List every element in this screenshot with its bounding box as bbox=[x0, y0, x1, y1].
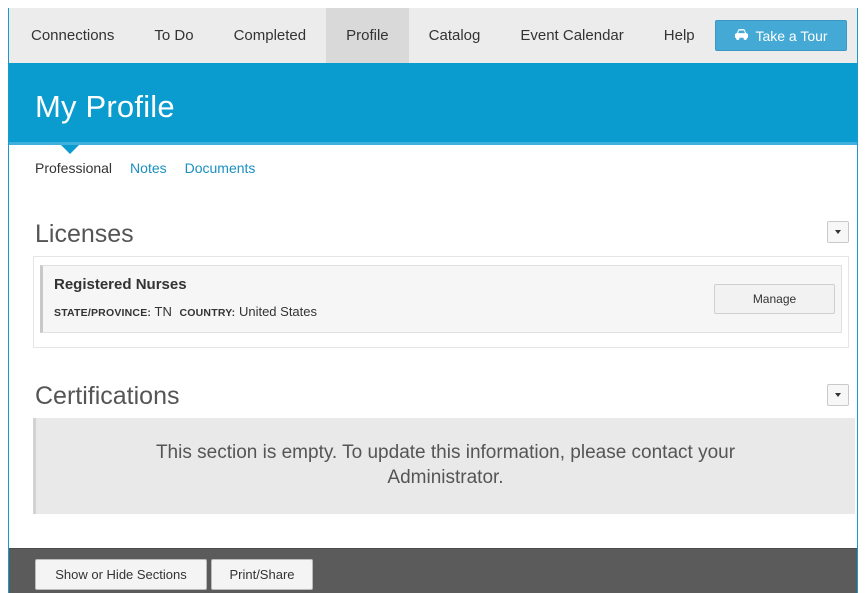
licenses-collapse-button[interactable] bbox=[827, 221, 849, 243]
show-hide-sections-button[interactable]: Show or Hide Sections bbox=[35, 559, 207, 590]
certifications-collapse-button[interactable] bbox=[827, 384, 849, 406]
take-a-tour-button[interactable]: Take a Tour bbox=[715, 20, 847, 51]
profile-subtabs: Professional Notes Documents bbox=[35, 160, 255, 176]
page-header: My Profile bbox=[9, 63, 857, 145]
nav-connections[interactable]: Connections bbox=[9, 8, 134, 63]
country-value: United States bbox=[238, 304, 317, 319]
licenses-title: Licenses bbox=[35, 220, 134, 248]
print-share-button[interactable]: Print/Share bbox=[211, 559, 313, 590]
nav-profile[interactable]: Profile bbox=[326, 8, 409, 63]
license-card: Registered Nurses STATE/PROVINCE: TN COU… bbox=[40, 265, 842, 333]
footer-bar: Show or Hide Sections Print/Share bbox=[9, 548, 857, 593]
state-label: STATE/PROVINCE: bbox=[54, 307, 152, 319]
nav-help[interactable]: Help bbox=[644, 8, 715, 63]
nav-completed[interactable]: Completed bbox=[214, 8, 327, 63]
nav-event-calendar[interactable]: Event Calendar bbox=[500, 8, 643, 63]
licenses-panel: Registered Nurses STATE/PROVINCE: TN COU… bbox=[33, 256, 849, 348]
app-frame: Connections To Do Completed Profile Cata… bbox=[8, 8, 858, 593]
header-stripe bbox=[9, 142, 857, 145]
tab-professional[interactable]: Professional bbox=[35, 160, 112, 176]
license-name: Registered Nurses bbox=[54, 276, 187, 293]
tab-notes[interactable]: Notes bbox=[130, 160, 167, 176]
caret-down-icon bbox=[835, 393, 841, 397]
nav-catalog[interactable]: Catalog bbox=[409, 8, 501, 63]
take-a-tour-label: Take a Tour bbox=[755, 27, 828, 44]
car-icon bbox=[734, 28, 749, 44]
certifications-title: Certifications bbox=[35, 382, 180, 410]
certifications-empty-panel: This section is empty. To update this in… bbox=[33, 418, 855, 514]
active-tab-pointer bbox=[61, 145, 79, 154]
state-value: TN bbox=[154, 304, 172, 319]
country-label: COUNTRY: bbox=[179, 307, 236, 319]
empty-message: This section is empty. To update this in… bbox=[155, 442, 736, 488]
license-meta: STATE/PROVINCE: TN COUNTRY: United State… bbox=[54, 304, 317, 319]
caret-down-icon bbox=[835, 230, 841, 234]
top-nav: Connections To Do Completed Profile Cata… bbox=[9, 8, 857, 63]
nav-to-do[interactable]: To Do bbox=[134, 8, 213, 63]
page-title: My Profile bbox=[35, 89, 175, 124]
tab-documents[interactable]: Documents bbox=[185, 160, 256, 176]
manage-button[interactable]: Manage bbox=[714, 284, 835, 314]
